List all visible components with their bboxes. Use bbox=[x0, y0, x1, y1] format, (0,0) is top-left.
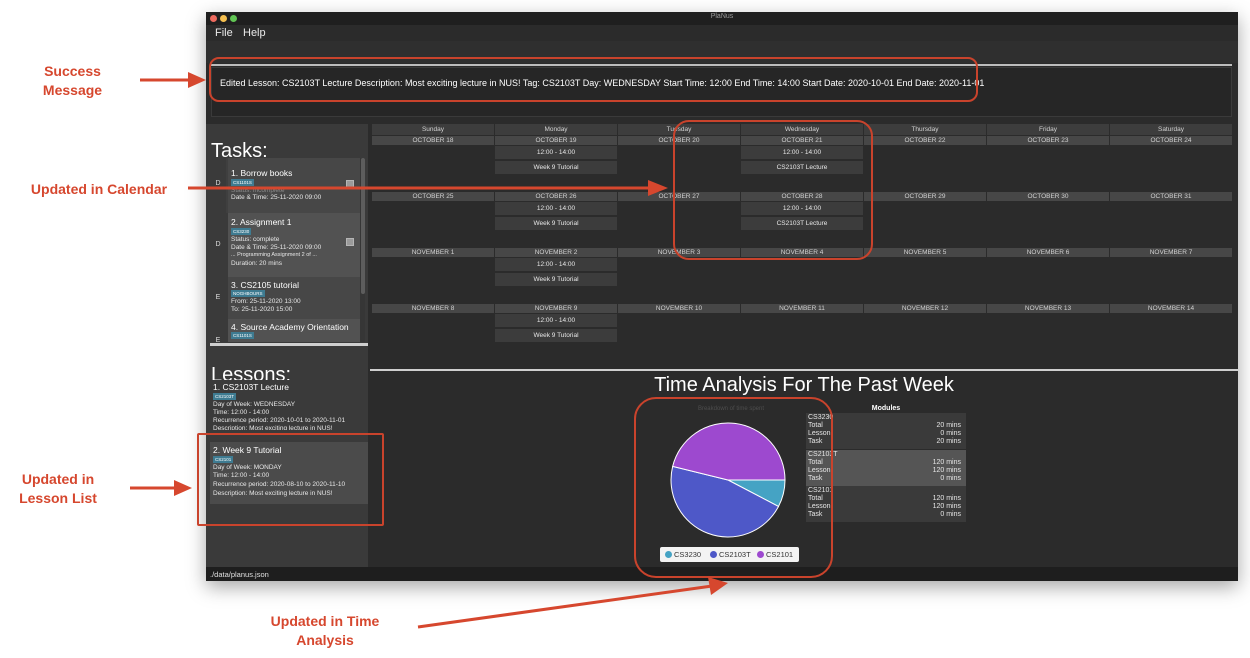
arrowhead-time-analysis bbox=[708, 577, 728, 595]
arrowhead-calendar bbox=[648, 180, 668, 196]
annotation-success-message: Success Message bbox=[42, 63, 103, 98]
annotation-lesson-list: Updated in Lesson List bbox=[19, 471, 97, 506]
arrowhead-success bbox=[188, 72, 206, 88]
arrowhead-lesson-list bbox=[174, 480, 192, 496]
arrow-time-analysis bbox=[417, 584, 713, 629]
annotation-time-analysis: Updated in Time Analysis bbox=[270, 613, 380, 648]
annotation-calendar: Updated in Calendar bbox=[30, 181, 168, 197]
annotation-arrows bbox=[130, 72, 728, 629]
